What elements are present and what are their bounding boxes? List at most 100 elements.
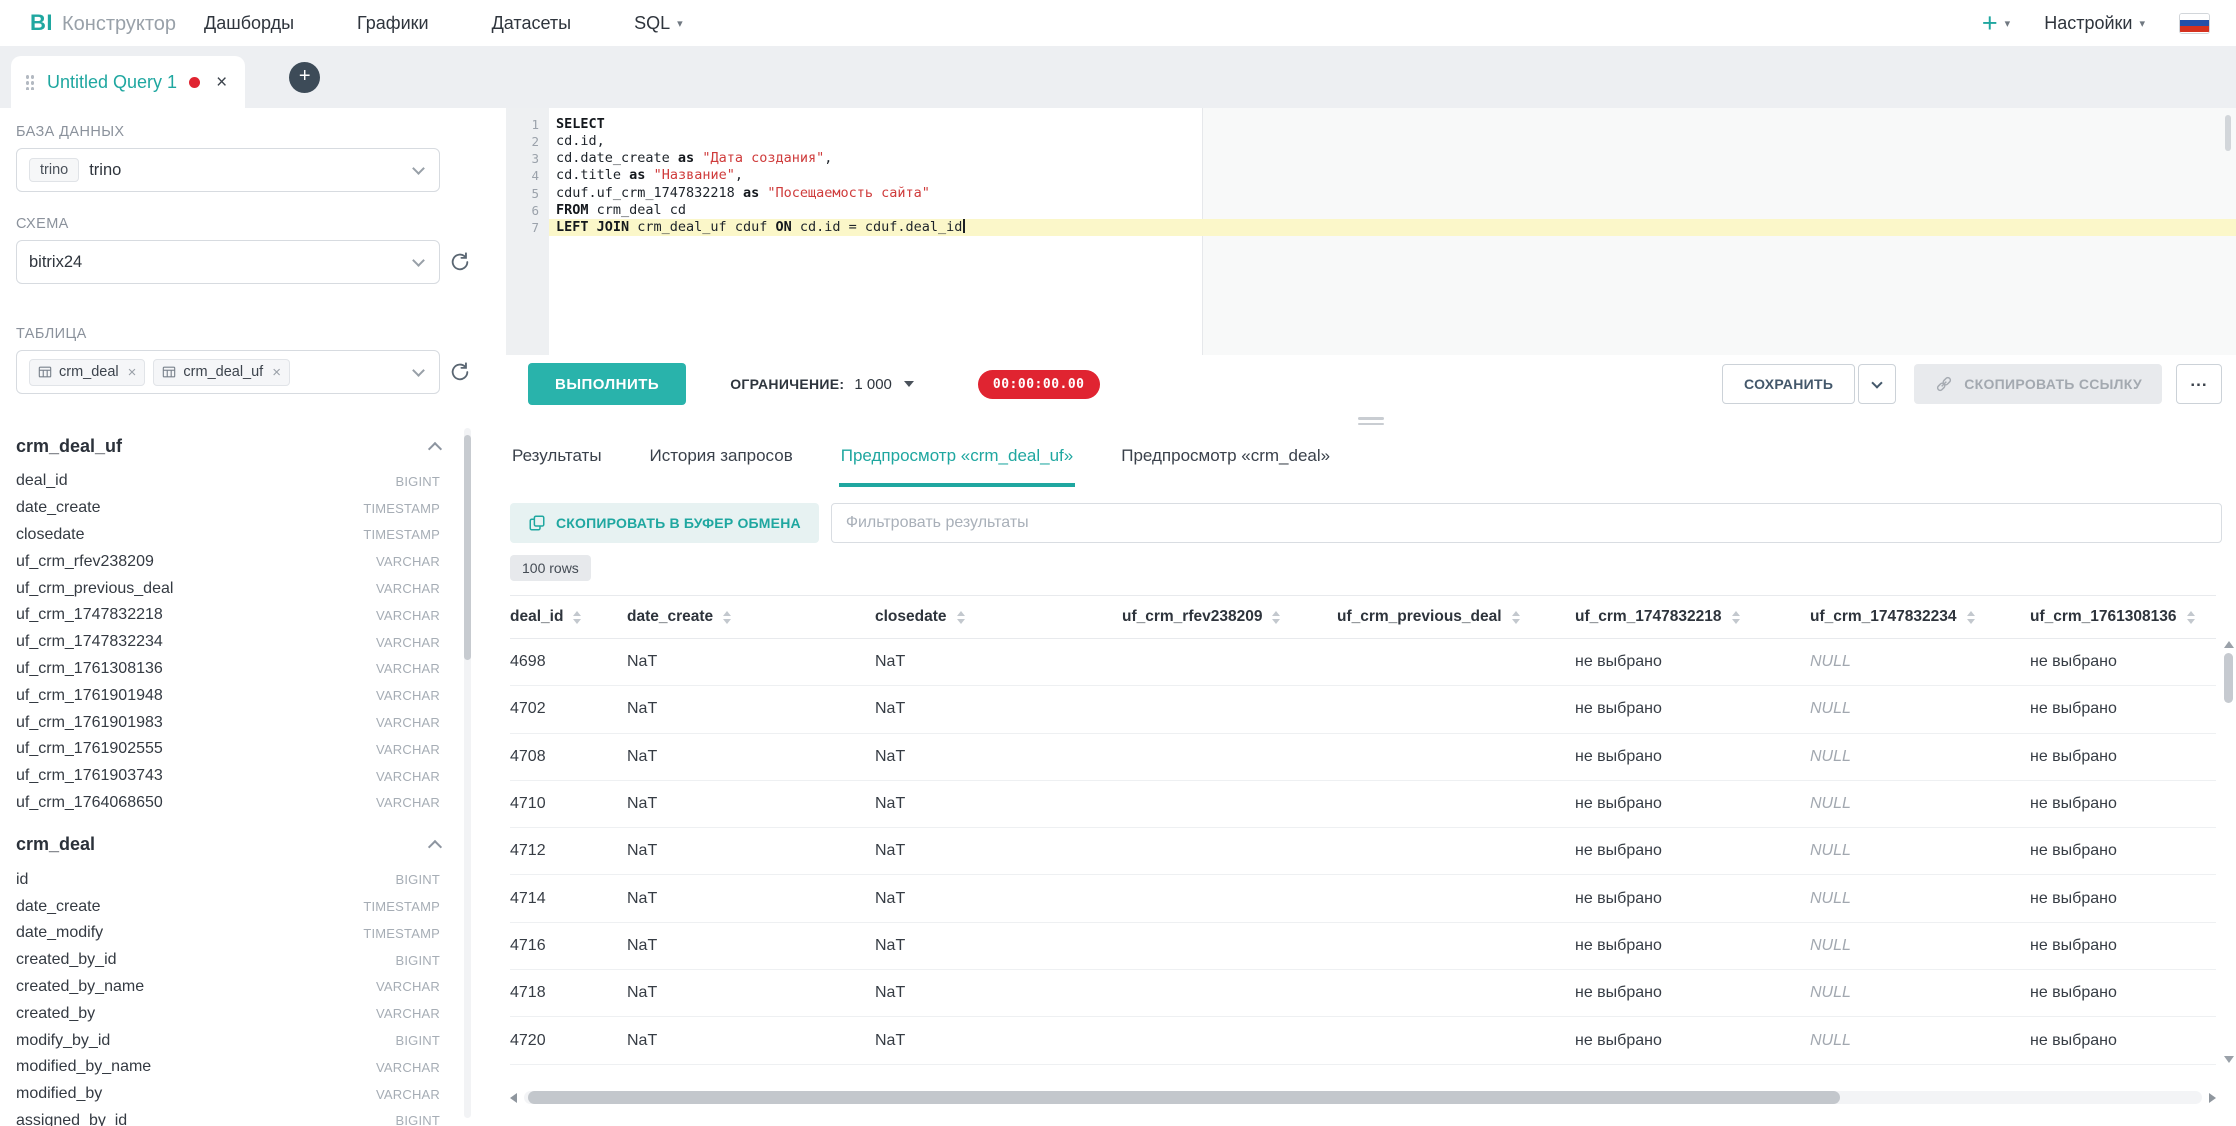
scroll-right-arrow[interactable] [2209, 1093, 2216, 1103]
sort-icon[interactable] [1732, 611, 1740, 624]
limit-control[interactable]: ОГРАНИЧЕНИЕ: 1 000 [730, 376, 914, 393]
query-tab-active[interactable]: Untitled Query 1 × [11, 56, 245, 108]
column-header[interactable]: date_create [627, 608, 875, 626]
copy-link-button[interactable]: СКОПИРОВАТЬ ССЫЛКУ [1914, 364, 2162, 404]
app-logo[interactable]: BI Конструктор [30, 10, 176, 36]
field-row[interactable]: id BIGINT [16, 866, 440, 893]
scroll-up-arrow[interactable] [2224, 641, 2234, 648]
field-row[interactable]: uf_crm_1747832218 VARCHAR [16, 602, 440, 629]
schema-select[interactable]: bitrix24 [16, 240, 440, 284]
results-tab[interactable]: Результаты [510, 429, 604, 487]
column-header[interactable]: deal_id [510, 608, 627, 626]
field-row[interactable]: uf_crm_1761902555 VARCHAR [16, 736, 440, 763]
sort-icon[interactable] [723, 611, 731, 624]
menu-item[interactable]: SQL ▾ [634, 13, 683, 34]
editor-line[interactable]: 6FROM crm_deal cd [506, 202, 2236, 219]
column-header[interactable]: uf_crm_1761308136 [2030, 608, 2216, 626]
field-row[interactable]: closedate TIMESTAMP [16, 522, 440, 549]
editor-line[interactable]: 5cduf.uf_crm_1747832218 as "Посещаемость… [506, 185, 2236, 202]
field-row[interactable]: uf_crm_1761901948 VARCHAR [16, 682, 440, 709]
menu-item[interactable]: Дашборды [204, 13, 301, 34]
scroll-down-arrow[interactable] [2224, 1056, 2234, 1063]
table-row[interactable]: 4708NaTNaTне выбраноNULLне выбрано [510, 734, 2216, 781]
editor-line[interactable]: 1SELECT [506, 116, 2236, 133]
table-row[interactable]: 4710NaTNaTне выбраноNULLне выбрано [510, 781, 2216, 828]
chip-remove-icon[interactable]: × [128, 364, 137, 381]
table-chip[interactable]: crm_deal_uf × [153, 359, 290, 386]
field-row[interactable]: date_modify TIMESTAMP [16, 920, 440, 947]
refresh-tables-button[interactable] [449, 361, 471, 383]
field-row[interactable]: modified_by VARCHAR [16, 1081, 440, 1108]
results-tab[interactable]: Предпросмотр «crm_deal_uf» [839, 429, 1075, 487]
close-icon[interactable]: × [216, 73, 227, 92]
add-menu-button[interactable]: + ▾ [1982, 10, 2010, 37]
table-multiselect[interactable]: crm_deal × crm_deal_uf × [16, 350, 440, 394]
table-row[interactable]: 4716NaTNaTне выбраноNULLне выбрано [510, 923, 2216, 970]
field-row[interactable]: uf_crm_1764068650 VARCHAR [16, 790, 440, 817]
sort-icon[interactable] [1967, 611, 1975, 624]
editor-scrollbar-thumb[interactable] [2225, 115, 2231, 151]
field-row[interactable]: uf_crm_1761903743 VARCHAR [16, 763, 440, 790]
save-options-button[interactable] [1858, 364, 1896, 404]
field-row[interactable]: created_by_name VARCHAR [16, 974, 440, 1001]
filter-results-input[interactable] [831, 503, 2222, 543]
results-tab[interactable]: Предпросмотр «crm_deal» [1119, 429, 1332, 487]
save-button[interactable]: СОХРАНИТЬ [1722, 364, 1855, 404]
field-row[interactable]: assigned_by_id BIGINT [16, 1108, 440, 1126]
table-section-header[interactable]: crm_deal_uf [16, 430, 440, 462]
scrollbar-thumb[interactable] [464, 435, 471, 660]
field-row[interactable]: date_create TIMESTAMP [16, 495, 440, 522]
sidebar-scrollbar[interactable] [464, 428, 471, 1118]
field-row[interactable]: uf_crm_previous_deal VARCHAR [16, 575, 440, 602]
language-flag-icon[interactable] [2179, 13, 2210, 34]
table-chip[interactable]: crm_deal × [29, 359, 145, 386]
chip-remove-icon[interactable]: × [272, 364, 281, 381]
menu-item[interactable]: Графики [357, 13, 436, 34]
field-row[interactable]: deal_id BIGINT [16, 468, 440, 495]
table-row[interactable]: 4702NaTNaTне выбраноNULLне выбрано [510, 686, 2216, 733]
table-row[interactable]: 4718NaTNaTне выбраноNULLне выбрано [510, 970, 2216, 1017]
editor-line[interactable]: 4cd.title as "Название", [506, 167, 2236, 184]
refresh-schema-button[interactable] [449, 251, 471, 273]
field-row[interactable]: uf_crm_1761308136 VARCHAR [16, 656, 440, 683]
copy-to-clipboard-button[interactable]: СКОПИРОВАТЬ В БУФЕР ОБМЕНА [510, 503, 819, 543]
run-button[interactable]: ВЫПОЛНИТЬ [528, 363, 686, 405]
field-row[interactable]: created_by_id BIGINT [16, 947, 440, 974]
field-row[interactable]: uf_crm_rfev238209 VARCHAR [16, 548, 440, 575]
sort-icon[interactable] [2187, 611, 2195, 624]
editor-line[interactable]: 2cd.id, [506, 133, 2236, 150]
add-query-tab-button[interactable]: + [289, 62, 320, 93]
table-section-header[interactable]: crm_deal [16, 828, 440, 860]
more-options-button[interactable]: ... [2176, 364, 2222, 404]
pane-resizer[interactable] [506, 413, 2236, 429]
menu-item[interactable]: Датасеты [492, 13, 578, 34]
column-header[interactable]: uf_crm_rfev238209 [1122, 608, 1337, 626]
field-row[interactable]: modify_by_id BIGINT [16, 1027, 440, 1054]
table-row[interactable]: 4712NaTNaTне выбраноNULLне выбрано [510, 828, 2216, 875]
drag-handle-icon[interactable] [25, 74, 35, 90]
results-tab[interactable]: История запросов [648, 429, 795, 487]
settings-menu[interactable]: Настройки ▾ [2044, 13, 2145, 34]
column-header[interactable]: closedate [875, 608, 1122, 626]
field-row[interactable]: date_create TIMESTAMP [16, 893, 440, 920]
sql-editor[interactable]: 1SELECT2cd.id,3cd.date_create as "Дата с… [506, 108, 2236, 355]
sort-icon[interactable] [957, 611, 965, 624]
column-header[interactable]: uf_crm_1747832234 [1810, 608, 2030, 626]
database-select[interactable]: trino trino [16, 148, 440, 192]
vertical-scrollbar[interactable] [2222, 639, 2235, 1065]
table-row[interactable]: 4720NaTNaTне выбраноNULLне выбрано [510, 1017, 2216, 1064]
sort-icon[interactable] [1512, 611, 1520, 624]
table-row[interactable]: 4714NaTNaTне выбраноNULLне выбрано [510, 875, 2216, 922]
column-header[interactable]: uf_crm_previous_deal [1337, 608, 1575, 626]
editor-line[interactable]: 7LEFT JOIN crm_deal_uf cduf ON cd.id = c… [506, 219, 2236, 236]
field-row[interactable]: modified_by_name VARCHAR [16, 1054, 440, 1081]
horizontal-scrollbar[interactable] [510, 1091, 2216, 1105]
field-row[interactable]: uf_crm_1747832234 VARCHAR [16, 629, 440, 656]
field-row[interactable]: created_by VARCHAR [16, 1000, 440, 1027]
scroll-left-arrow[interactable] [510, 1093, 517, 1103]
editor-line[interactable]: 3cd.date_create as "Дата создания", [506, 150, 2236, 167]
scrollbar-thumb[interactable] [2224, 653, 2233, 703]
table-row[interactable]: 4698NaTNaTне выбраноNULLне выбрано [510, 639, 2216, 686]
sort-icon[interactable] [573, 611, 581, 624]
scrollbar-thumb[interactable] [528, 1091, 1840, 1104]
